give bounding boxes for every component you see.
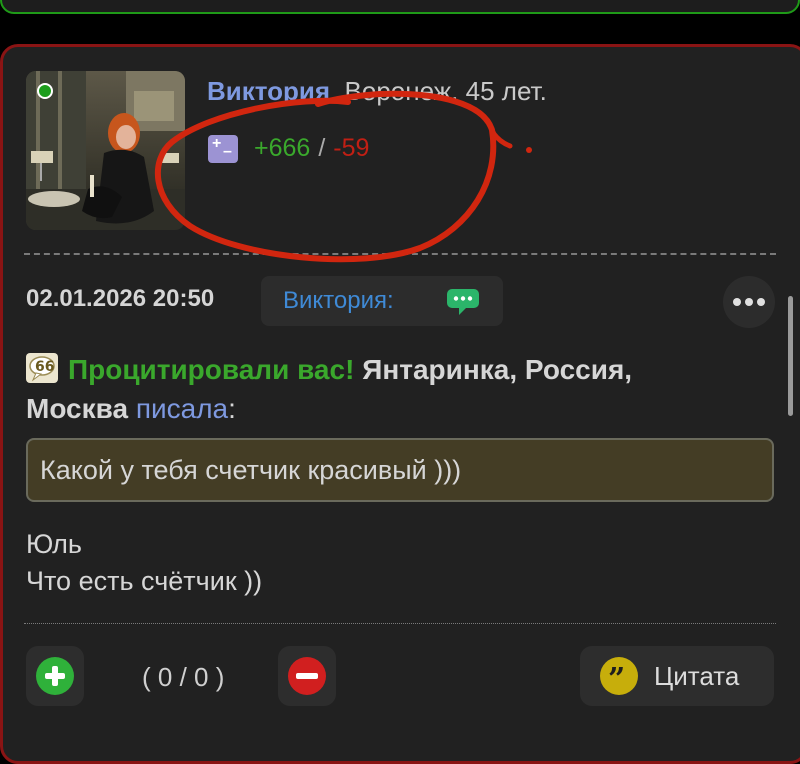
rating-separator: / [318,134,326,162]
quote-text: Какой у тебя счетчик красивый ))) [40,454,462,485]
quoted-you-badge: Процитировали вас! [68,354,355,385]
post-body-line: Юль [26,529,82,559]
svg-text:66: 66 [35,359,54,375]
more-options-button[interactable] [723,276,775,328]
rating: + – +666 / -59 [208,134,369,163]
wrote-link[interactable]: писала [136,393,228,424]
quote-header-line2: Москва писала: [26,393,766,425]
profile-line: Виктория, Воронеж, 45 лет. [207,76,547,107]
post-date: 02.01.2026 20:50 [26,285,215,312]
svg-text:”: ” [608,662,625,695]
quote-header: 66 Процитировали вас! Янтаринка, Россия, [26,353,766,386]
cite-label: Цитата [654,660,740,691]
cite-quote-icon: ” [600,657,638,697]
rating-minus[interactable]: -59 [333,134,369,163]
upvote-button[interactable] [26,646,84,706]
scrollbar[interactable] [788,296,793,416]
profile-name-link[interactable]: Виктория [207,76,330,106]
plus-minus-icon: + – [208,134,238,163]
previous-post-card [0,0,800,14]
author-chip-label: Виктория: [283,287,394,314]
minus-circle-icon [288,657,326,695]
rating-plus[interactable]: +666 [254,134,310,163]
quoted-author: Янтаринка, Россия, [362,354,633,385]
downvote-button[interactable] [278,646,336,706]
chat-bubble-icon[interactable] [447,289,479,315]
divider [24,623,776,624]
quote-box: Какой у тебя счетчик красивый ))) [26,438,774,502]
divider [24,253,776,255]
online-status-dot [37,83,53,99]
more-dots-icon [733,298,741,306]
quote-icon: 66 [26,353,58,383]
vote-count: ( 0 / 0 ) [142,662,225,692]
author-chip[interactable]: Виктория: [261,276,503,326]
post-body-line: Что есть счётчик )) [26,566,263,596]
profile-meta: , Воронеж, 45 лет. [330,76,547,106]
plus-circle-icon [36,657,74,695]
cite-button[interactable]: ” Цитата [580,646,774,706]
wrote-colon: : [228,393,236,424]
quoted-author-city: Москва [26,393,129,424]
